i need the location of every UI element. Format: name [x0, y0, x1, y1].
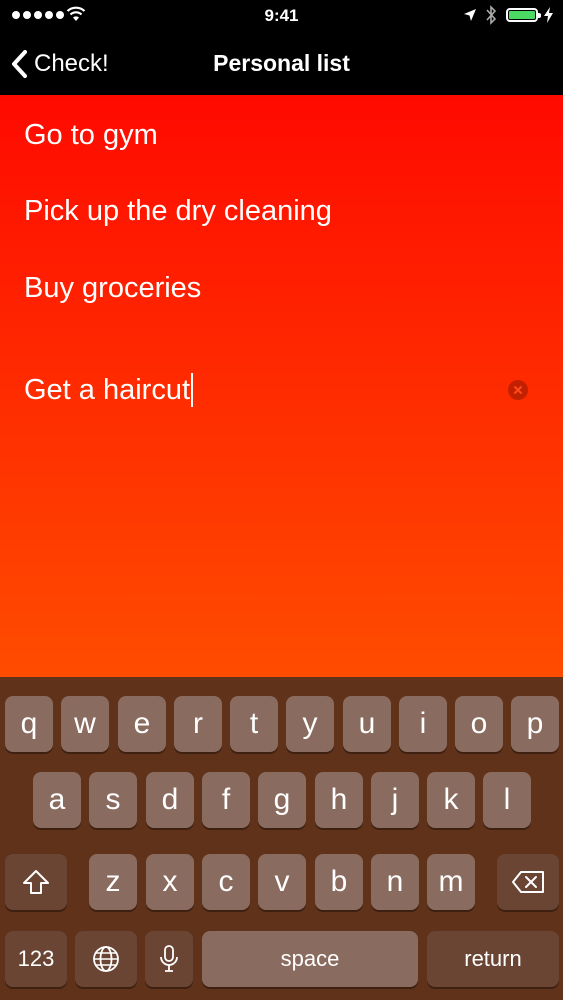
- key-a[interactable]: a: [33, 772, 81, 828]
- shift-arrow-icon: [23, 870, 49, 894]
- key-f[interactable]: f: [202, 772, 250, 828]
- key-b[interactable]: b: [315, 854, 363, 910]
- new-item-row: Get a haircut: [0, 367, 563, 413]
- key-k[interactable]: k: [427, 772, 475, 828]
- key-g[interactable]: g: [258, 772, 306, 828]
- key-h[interactable]: h: [315, 772, 363, 828]
- status-bar: 9:41: [0, 0, 563, 32]
- key-r[interactable]: r: [174, 696, 222, 752]
- clear-x-icon: [514, 386, 522, 394]
- location-arrow-icon: [464, 9, 476, 21]
- text-cursor: [191, 373, 194, 407]
- keyboard: q w e r t y u i o p a s d f g h j k l z …: [0, 677, 563, 1000]
- dictation-key[interactable]: [145, 931, 193, 987]
- globe-key[interactable]: [75, 931, 137, 987]
- key-m[interactable]: m: [427, 854, 475, 910]
- key-j[interactable]: j: [371, 772, 419, 828]
- key-d[interactable]: d: [146, 772, 194, 828]
- key-w[interactable]: w: [61, 696, 109, 752]
- numbers-key[interactable]: 123: [5, 931, 67, 987]
- key-l[interactable]: l: [483, 772, 531, 828]
- key-e[interactable]: e: [118, 696, 166, 752]
- key-x[interactable]: x: [146, 854, 194, 910]
- key-q[interactable]: q: [5, 696, 53, 752]
- microphone-icon: [160, 945, 178, 972]
- backspace-icon: [512, 871, 544, 893]
- key-p[interactable]: p: [511, 696, 559, 752]
- new-item-text-field[interactable]: Get a haircut: [24, 370, 194, 410]
- new-item-value: Get a haircut: [24, 374, 191, 406]
- battery-icon: [506, 8, 541, 22]
- key-o[interactable]: o: [455, 696, 503, 752]
- key-u[interactable]: u: [343, 696, 391, 752]
- key-n[interactable]: n: [371, 854, 419, 910]
- list-item[interactable]: Pick up the dry cleaning: [24, 191, 332, 231]
- status-time: 9:41: [264, 6, 299, 25]
- bluetooth-icon: [486, 5, 497, 25]
- key-c[interactable]: c: [202, 854, 250, 910]
- navigation-bar: Check! Personal list: [0, 32, 563, 95]
- key-i[interactable]: i: [399, 696, 447, 752]
- charging-bolt-icon: [544, 7, 553, 23]
- key-z[interactable]: z: [89, 854, 137, 910]
- shift-key[interactable]: [5, 854, 67, 910]
- key-y[interactable]: y: [286, 696, 334, 752]
- key-v[interactable]: v: [258, 854, 306, 910]
- return-key[interactable]: return: [427, 931, 559, 987]
- clear-text-button[interactable]: [508, 380, 528, 400]
- list-item[interactable]: Buy groceries: [24, 268, 201, 308]
- battery-level: [509, 11, 535, 19]
- globe-icon: [93, 946, 119, 972]
- delete-key[interactable]: [497, 854, 559, 910]
- list-item[interactable]: Go to gym: [24, 115, 158, 155]
- key-t[interactable]: t: [230, 696, 278, 752]
- space-key[interactable]: space: [202, 931, 418, 987]
- key-s[interactable]: s: [89, 772, 137, 828]
- todo-list: Go to gym Pick up the dry cleaning Buy g…: [0, 95, 563, 677]
- page-title: Personal list: [213, 50, 350, 76]
